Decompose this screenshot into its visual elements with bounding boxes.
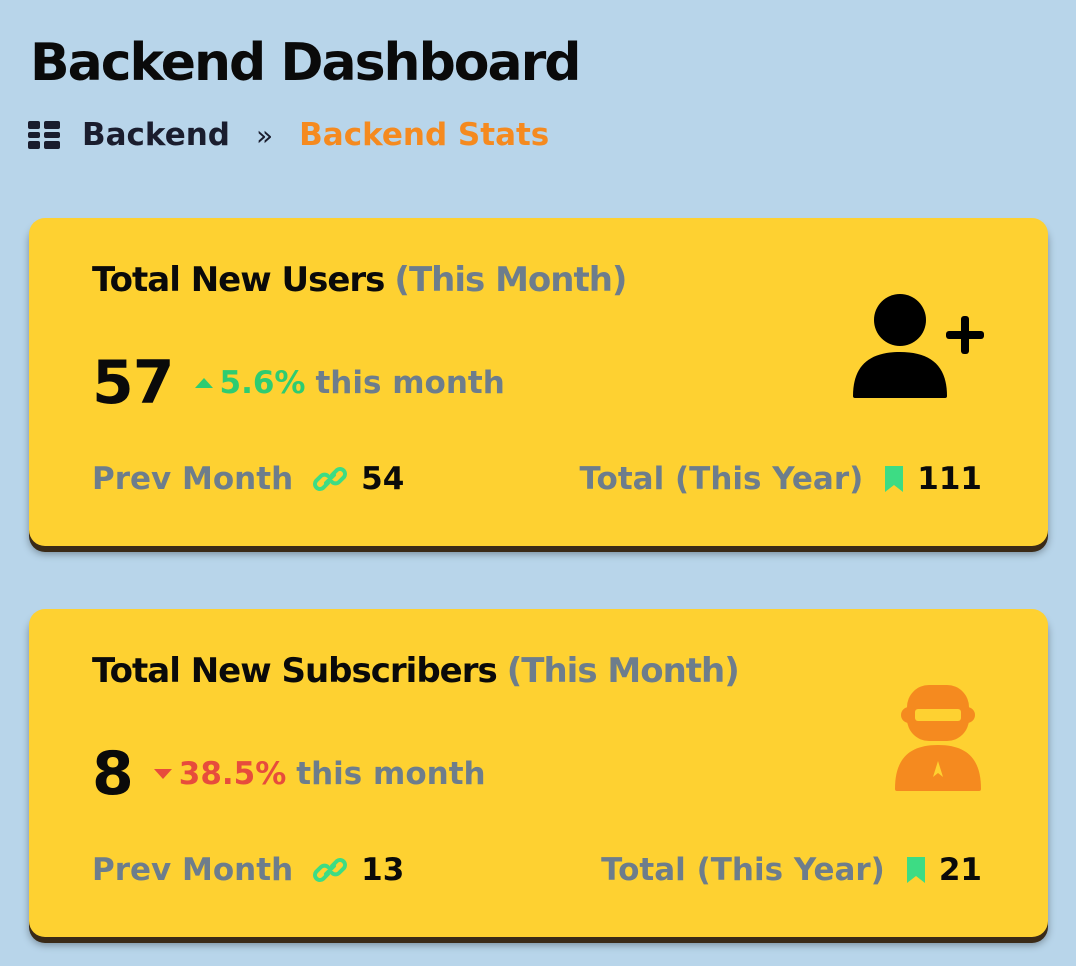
trend-label: this month: [315, 365, 505, 401]
trend-value: 38.5%: [178, 756, 287, 792]
link-icon: [313, 858, 348, 882]
card-title-period: (This Month): [394, 260, 627, 300]
bookmark-icon: [906, 857, 925, 883]
breadcrumb-separator: »: [256, 118, 274, 152]
page-title: Backend Dashboard: [30, 33, 581, 93]
prev-month-stat: Prev Month 54: [92, 454, 404, 504]
prev-month-label: Prev Month: [92, 461, 294, 497]
metric-value: 8: [92, 739, 134, 809]
caret-up-icon: [194, 378, 213, 388]
dashboard-grid-icon: [28, 121, 60, 149]
trend-label: this month: [296, 756, 486, 792]
year-total-stat: Total (This Year) 111: [580, 454, 982, 504]
breadcrumb-current: Backend Stats: [299, 117, 550, 153]
prev-month-value: 13: [361, 852, 405, 888]
prev-month-value: 54: [361, 461, 405, 497]
stat-card-new-subscribers: Total New Subscribers (This Month) 8 38.5…: [29, 609, 1048, 937]
card-title-text: Total New Subscribers: [92, 651, 498, 691]
subscriber-astronaut-icon: [895, 685, 981, 791]
year-total-value: 21: [938, 852, 982, 888]
year-total-label: Total (This Year): [579, 461, 864, 497]
metric-row: 8 38.5% this month: [92, 737, 486, 811]
caret-down-icon: [153, 769, 172, 779]
year-total-value: 111: [917, 461, 982, 497]
year-total-label: Total (This Year): [601, 852, 885, 888]
card-title: Total New Users (This Month): [92, 260, 627, 300]
breadcrumb-home-link[interactable]: Backend: [82, 117, 230, 153]
metric-row: 57 5.6% this month: [92, 346, 505, 420]
prev-month-label: Prev Month: [92, 852, 294, 888]
bookmark-icon: [885, 466, 904, 492]
year-total-stat: Total (This Year) 21: [601, 845, 982, 895]
link-icon: [313, 467, 348, 491]
stat-card-new-users: Total New Users (This Month) 57 5.6% this…: [29, 218, 1048, 546]
card-title-period: (This Month): [506, 651, 740, 691]
card-title-text: Total New Users: [92, 260, 385, 300]
prev-month-stat: Prev Month 13: [92, 845, 404, 895]
trend-value: 5.6%: [219, 365, 306, 401]
breadcrumb: Backend » Backend Stats: [28, 112, 549, 158]
metric-value: 57: [92, 348, 174, 418]
card-title: Total New Subscribers (This Month): [92, 651, 740, 691]
user-plus-icon: [853, 294, 984, 398]
